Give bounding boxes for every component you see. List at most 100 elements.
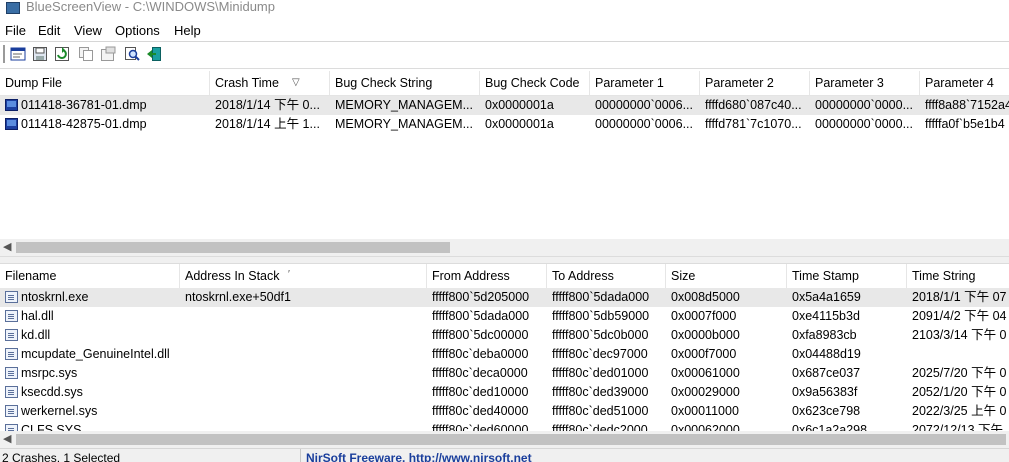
col-from-address[interactable]: From Address [427,264,547,288]
driver-row[interactable]: ksecdd.sys fffff80c`ded10000 fffff80c`de… [0,383,1009,402]
menu-options[interactable]: Options [115,23,160,38]
col-dump-file[interactable]: Dump File [0,71,210,95]
driver-row[interactable]: werkernel.sys fffff80c`ded40000 fffff80c… [0,402,1009,421]
col-filename[interactable]: Filename [0,264,180,288]
scroll-thumb[interactable] [16,242,450,253]
properties-icon[interactable] [100,46,116,62]
address-in-stack [180,345,427,364]
driver-list: Filename Address In Stack ′ From Address… [0,264,1009,431]
col-crash-time-label: Crash Time [215,76,279,90]
driver-row[interactable]: mcupdate_GenuineIntel.dll fffff80c`deba0… [0,345,1009,364]
to-address: fffff80c`ded51000 [552,404,649,418]
nirsoft-link[interactable]: NirSoft Freeware. http://www.nirsoft.net [306,451,532,462]
col-size[interactable]: Size [666,264,787,288]
toolbar-grip [3,45,5,63]
dump-list: Dump File Crash Time ▽ Bug Check String … [0,71,1009,239]
time-string [907,345,1009,364]
exit-icon[interactable] [146,46,162,62]
size: 0x00062000 [671,423,740,431]
col-address-in-stack[interactable]: Address In Stack [180,264,427,288]
filename: kd.dll [21,328,51,342]
from-address: fffff800`5dada000 [432,309,530,323]
parameter-2: ffffd781`7c1070... [705,117,802,131]
menu-view[interactable]: View [74,23,102,38]
pane-splitter[interactable] [0,256,1009,264]
col-parameter-4[interactable]: Parameter 4 [920,71,1009,95]
driver-row[interactable]: ntoskrnl.exe ntoskrnl.exe+50df1 fffff800… [0,288,1009,307]
menu-help[interactable]: Help [174,23,201,38]
scroll-left-icon[interactable]: ◀ [3,240,11,253]
copy-icon[interactable] [78,46,94,62]
save-icon[interactable] [32,46,48,62]
refresh-icon[interactable] [54,46,70,62]
app-icon [6,2,20,14]
sort-indicator-icon: ′ [288,269,290,280]
filename: ntoskrnl.exe [21,290,89,304]
driver-row[interactable]: kd.dll fffff800`5dc00000 fffff800`5dc0b0… [0,326,1009,345]
address-in-stack [180,402,427,421]
parameter-4: fffffa0f`b5e1b4 [925,117,1005,131]
filename: werkernel.sys [21,404,98,418]
size: 0x00029000 [671,385,740,399]
menu-file[interactable]: File [5,23,26,38]
address-in-stack [180,421,427,431]
time-string: 2025/7/20 下午 0 [912,366,1007,380]
time-string: 2103/3/14 下午 0 [912,328,1007,342]
sort-desc-icon: ▽ [292,77,300,88]
crash-time: 2018/1/14 上午 1... [215,117,320,131]
html-report-icon[interactable] [10,46,26,62]
bug-check-code: 0x0000001a [485,98,554,112]
address-in-stack [180,326,427,345]
col-crash-time[interactable]: Crash Time [210,71,330,95]
bug-check-string: MEMORY_MANAGEM... [335,98,473,112]
parameter-1: 00000000`0006... [595,117,694,131]
address-in-stack: ntoskrnl.exe+50df1 [185,290,291,304]
parameter-3: 00000000`0000... [815,98,914,112]
scroll-left-icon[interactable]: ◀ [3,432,11,445]
find-icon[interactable] [124,46,140,62]
time-string: 2052/1/20 下午 0 [912,385,1007,399]
status-bar: 2 Crashes, 1 Selected NirSoft Freeware. … [0,448,1009,462]
col-parameter-1[interactable]: Parameter 1 [590,71,700,95]
col-bug-check-string[interactable]: Bug Check String [330,71,480,95]
time-stamp: 0x5a4a1659 [792,290,861,304]
time-string: 2018/1/1 下午 07 [912,290,1007,304]
dump-row[interactable]: 011418-42875-01.dmp 2018/1/14 上午 1... ME… [0,115,1009,134]
filename: ksecdd.sys [21,385,83,399]
from-address: fffff800`5dc00000 [432,328,529,342]
toolbar [0,42,1009,69]
to-address: fffff80c`dedc2000 [552,423,648,431]
dump-row[interactable]: 011418-36781-01.dmp 2018/1/14 下午 0... ME… [0,96,1009,115]
col-bug-check-code[interactable]: Bug Check Code [480,71,590,95]
col-parameter-2[interactable]: Parameter 2 [700,71,810,95]
to-address: fffff80c`dec97000 [552,347,648,361]
time-string: 2022/3/25 上午 0 [912,404,1007,418]
dump-file: 011418-42875-01.dmp [21,117,147,131]
filename: CLFS.SYS [21,423,82,431]
menu-edit[interactable]: Edit [38,23,60,38]
to-address: fffff800`5dada000 [552,290,650,304]
driver-row[interactable]: hal.dll fffff800`5dada000 fffff800`5db59… [0,307,1009,326]
driver-list-hscrollbar[interactable]: ◀ [0,431,1009,448]
bug-check-code: 0x0000001a [485,117,554,131]
filename: mcupdate_GenuineIntel.dll [21,347,170,361]
from-address: fffff80c`deca0000 [432,366,528,380]
size: 0x0007f000 [671,309,737,323]
col-time-string[interactable]: Time String [907,264,1009,288]
size: 0x008d5000 [671,290,740,304]
size: 0x00011000 [671,404,739,418]
col-to-address[interactable]: To Address [547,264,666,288]
menu-bar: File Edit View Options Help [0,20,1009,42]
col-parameter-3[interactable]: Parameter 3 [810,71,920,95]
driver-row[interactable]: CLFS.SYS fffff80c`ded60000 fffff80c`dedc… [0,421,1009,431]
from-address: fffff800`5d205000 [432,290,530,304]
dump-list-hscrollbar[interactable]: ◀ [0,239,1009,256]
col-time-stamp[interactable]: Time Stamp [787,264,907,288]
parameter-3: 00000000`0000... [815,117,914,131]
scroll-thumb[interactable] [16,434,1006,445]
parameter-1: 00000000`0006... [595,98,694,112]
address-in-stack [180,383,427,402]
driver-row[interactable]: msrpc.sys fffff80c`deca0000 fffff80c`ded… [0,364,1009,383]
status-divider [300,449,301,462]
bug-check-string: MEMORY_MANAGEM... [335,117,473,131]
